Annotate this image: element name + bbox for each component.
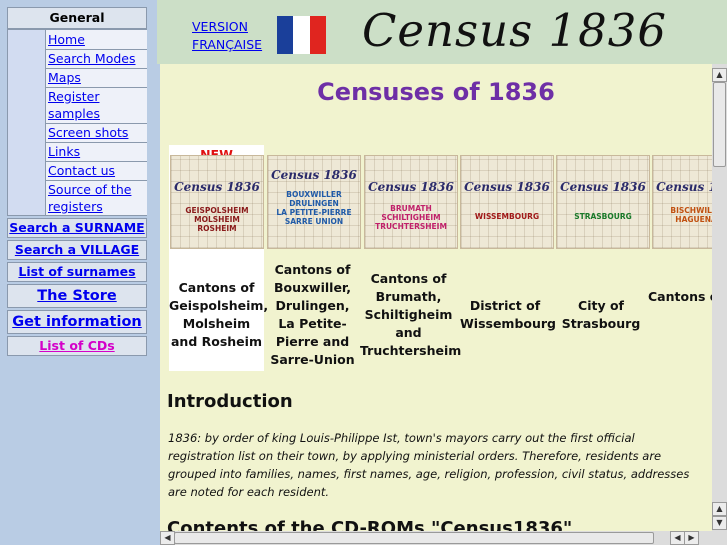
french-version-link[interactable]: VERSION FRANÇAISE <box>192 18 262 54</box>
page-title: Censuses of 1836 <box>317 78 555 106</box>
french-flag-icon[interactable] <box>277 16 326 54</box>
thumb-title: Census 1836 <box>174 180 260 194</box>
thumb-title: Census 1836 <box>560 180 646 194</box>
scroll-up-icon[interactable]: ▲ <box>712 68 727 82</box>
the-store-button[interactable]: The Store <box>7 284 147 308</box>
header-banner: VERSION FRANÇAISE Census 1836 <box>157 0 727 64</box>
horizontal-scroll-thumb[interactable] <box>174 532 654 544</box>
vertical-scrollbar[interactable]: ▲ ▲ ▼ <box>712 64 727 531</box>
cd-cover-thumbnail[interactable]: Census 1836 GEISPOLSHEIM MOLSHEIM ROSHEI… <box>170 155 264 249</box>
nav-link-list: Home Search Modes Maps Register samples … <box>45 30 147 215</box>
nav-link-box: Home Search Modes Maps Register samples … <box>7 29 147 216</box>
scroll-right-icon[interactable]: ▶ <box>684 531 699 545</box>
vertical-scroll-thumb[interactable] <box>713 82 726 167</box>
french-version-line2[interactable]: FRANÇAISE <box>192 37 262 52</box>
list-of-cds-button[interactable]: List of CDs <box>7 336 147 356</box>
left-navigation-frame: General Information Home Search Modes Ma… <box>0 0 157 545</box>
scroll-left-icon[interactable]: ◀ <box>160 531 175 545</box>
search-surname-button[interactable]: Search a SURNAME <box>7 218 147 238</box>
horizontal-scrollbar[interactable]: ◀ ◀ ▶ <box>160 531 712 545</box>
thumb-title: Census 1836 <box>656 180 712 194</box>
scroll-up-icon[interactable]: ▲ <box>712 502 727 516</box>
nav-link-links[interactable]: Links <box>48 143 80 160</box>
thumb-places: WISSEMBOURG <box>474 212 540 221</box>
thumb-places: BRUMATH SCHILTIGHEIM TRUCHTERSHEIM <box>375 204 447 231</box>
canton-label: Cantons of Bischwiller and Haguenau <box>648 289 712 304</box>
canton-label: City of Strasbourg <box>561 298 641 331</box>
nav-heading: General Information <box>7 7 147 45</box>
introduction-heading: Introduction <box>167 391 293 412</box>
nav-link-register-samples[interactable]: Register samples <box>48 88 128 122</box>
nav-link-screen-shots[interactable]: Screen shots <box>48 124 128 141</box>
site-title: Census 1836 <box>362 4 668 57</box>
canton-label: District of Wissembourg <box>460 298 557 331</box>
contents-heading: Contents of the CD-ROMs "Census1836" <box>167 518 573 531</box>
search-village-button[interactable]: Search a VILLAGE <box>7 240 147 260</box>
thumb-title: Census 1836 <box>271 168 357 182</box>
introduction-paragraph: 1836: by order of king Louis-Philippe Is… <box>168 431 690 499</box>
cd-cover-thumbnail[interactable]: Census 1836 WISSEMBOURG <box>460 155 554 249</box>
thumb-title: Census 1836 <box>368 180 454 194</box>
french-version-line1[interactable]: VERSION <box>192 19 248 34</box>
main-content: Censuses of 1836 NEW Census 1836 GEISPOL… <box>160 64 712 531</box>
scroll-down-icon[interactable]: ▼ <box>712 516 727 530</box>
thumb-places: GEISPOLSHEIM MOLSHEIM ROSHEIM <box>185 206 249 233</box>
cd-cover-thumbnail[interactable]: Census 1836 STRASBOURG <box>556 155 650 249</box>
thumb-title: Census 1836 <box>464 180 550 194</box>
cd-cover-thumbnail[interactable]: Census 1836 BOUXWILLER DRULINGEN LA PETI… <box>267 155 361 249</box>
scrollbar-corner <box>712 531 727 545</box>
canton-label: Cantons of Brumath, Schiltigheim and Tru… <box>360 271 462 358</box>
thumb-places: STRASBOURG <box>574 212 632 221</box>
canton-label: Cantons of Geispolsheim, Molsheim and Ro… <box>169 280 269 349</box>
nav-link-search-modes[interactable]: Search Modes <box>48 50 136 67</box>
thumb-places: BISCHWILLER HAGUENAU <box>670 206 712 224</box>
nav-link-contact-us[interactable]: Contact us <box>48 162 115 179</box>
list-of-surnames-button[interactable]: List of surnames <box>7 262 147 282</box>
scroll-left-icon[interactable]: ◀ <box>670 531 685 545</box>
get-information-button[interactable]: Get information <box>7 310 147 334</box>
nav-link-maps[interactable]: Maps <box>48 69 81 86</box>
cd-cover-thumbnail[interactable]: Census 1836 BRUMATH SCHILTIGHEIM TRUCHTE… <box>364 155 458 249</box>
canton-label: Cantons of Bouxwiller, Drulingen, La Pet… <box>270 262 355 367</box>
nav-link-source-of-registers[interactable]: Source of the registers <box>48 181 144 215</box>
nav-link-home[interactable]: Home <box>48 31 85 48</box>
thumb-places: BOUXWILLER DRULINGEN LA PETITE-PIERRE SA… <box>276 190 352 226</box>
cd-cover-thumbnail[interactable]: Census 1836 BISCHWILLER HAGUENAU <box>652 155 712 249</box>
